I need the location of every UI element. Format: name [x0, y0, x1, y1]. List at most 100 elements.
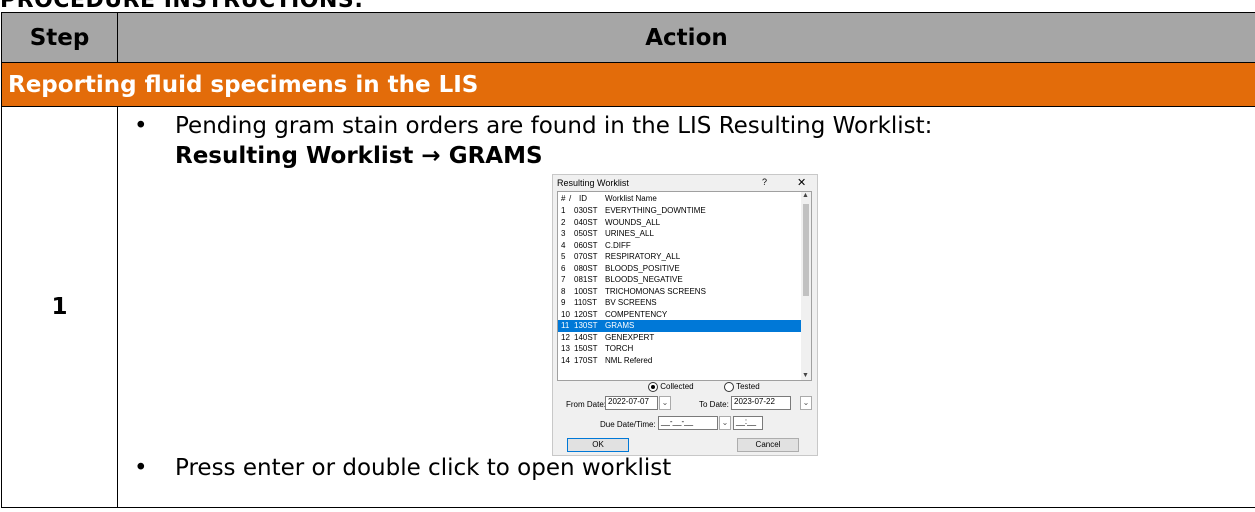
row-id: 110ST — [574, 298, 597, 307]
worklist-row[interactable]: 11 130ST GRAMS — [558, 320, 801, 332]
to-date-label: To Date: — [699, 400, 729, 409]
row-id: 080ST — [574, 263, 598, 273]
row-id: 070ST — [574, 252, 598, 261]
dialog-title: Resulting Worklist — [557, 178, 629, 188]
header-step: Step — [1, 12, 118, 63]
row-number: 7 — [561, 275, 566, 284]
worklist-row[interactable]: 5 070ST RESPIRATORY_ALL — [558, 251, 801, 263]
row-name: BLOODS_NEGATIVE — [605, 275, 683, 284]
worklist-row[interactable]: 4 060ST C.DIFF — [558, 240, 801, 252]
row-name: EVERYTHING_DOWNTIME — [605, 206, 706, 215]
header-id[interactable]: ID — [579, 193, 587, 205]
resulting-worklist-dialog: Resulting Worklist ? ✕ # / ID Worklist N… — [552, 174, 818, 456]
row-name: NML Refered — [605, 355, 653, 365]
worklist-row[interactable]: 8 100ST TRICHOMONAS SCREENS — [558, 286, 801, 298]
section-title: Reporting fluid specimens in the LIS — [1, 62, 1255, 107]
row-name: BV SCREENS — [605, 298, 657, 307]
row-number: 9 — [561, 298, 566, 307]
from-date-label: From Date: — [566, 400, 607, 409]
row-number: 3 — [561, 229, 566, 238]
due-date-label: Due Date/Time: — [600, 420, 656, 429]
header-action: Action — [117, 12, 1255, 63]
row-id: 030ST — [574, 206, 598, 215]
row-id: 120ST — [574, 309, 598, 319]
row-name: GRAMS — [605, 321, 635, 330]
row-id: 170ST — [574, 355, 598, 365]
worklist-row[interactable]: 14 170ST NML Refered — [558, 355, 801, 367]
header-sort: / — [569, 194, 572, 203]
row-name: BLOODS_POSITIVE — [605, 263, 680, 273]
header-num[interactable]: # — [561, 193, 565, 205]
scroll-down-icon[interactable]: ▼ — [802, 372, 809, 379]
step-number: 1 — [1, 106, 118, 508]
scroll-up-icon[interactable]: ▲ — [802, 192, 809, 199]
scroll-thumb[interactable] — [803, 204, 809, 296]
row-id: 130ST — [574, 321, 598, 330]
row-number: 4 — [561, 240, 566, 250]
to-date-dropdown-icon[interactable]: ⌄ — [800, 396, 812, 410]
radio-collected[interactable]: Collected — [648, 382, 694, 392]
bullet-text: Press enter or double click to open work… — [175, 455, 672, 481]
worklist-row[interactable]: 9 110ST BV SCREENS — [558, 297, 801, 309]
action-cell: • Pending gram stain orders are found in… — [117, 106, 1255, 508]
bullet-icon: • — [134, 455, 148, 481]
worklist-row[interactable]: 2 040ST WOUNDS_ALL — [558, 217, 801, 229]
bullet-path: Resulting Worklist → GRAMS — [175, 143, 543, 169]
radio-tested-label: Tested — [736, 382, 760, 392]
row-id: 081ST — [574, 275, 598, 284]
cancel-button[interactable]: Cancel — [737, 438, 799, 452]
row-name: TRICHOMONAS SCREENS — [605, 286, 706, 296]
bullet-text: Pending gram stain orders are found in t… — [175, 113, 933, 139]
row-number: 13 — [561, 344, 570, 353]
row-id: 140ST — [574, 332, 598, 342]
page-heading: PROCEDURE INSTRUCTIONS: — [0, 0, 364, 13]
bullet-item: • Press enter or double click to open wo… — [118, 453, 1255, 483]
bullet-icon: • — [134, 113, 148, 139]
row-number: 10 — [561, 309, 570, 319]
row-id: 060ST — [574, 240, 598, 250]
radio-tested-icon[interactable] — [724, 382, 734, 392]
from-date-field[interactable]: 2022-07-07 — [605, 396, 658, 410]
due-date-dropdown-icon[interactable]: ⌄ — [719, 416, 731, 430]
worklist-row[interactable]: 10 120ST COMPENTENCY — [558, 309, 801, 321]
row-name: WOUNDS_ALL — [605, 217, 661, 227]
row-id: 150ST — [574, 344, 598, 353]
row-number: 14 — [561, 355, 570, 365]
worklist-listbox[interactable]: # / ID Worklist Name 1 030ST EVERYTHING_DO… — [557, 191, 812, 381]
row-number: 2 — [561, 217, 566, 227]
worklist-row[interactable]: 13 150ST TORCH — [558, 343, 801, 355]
row-name: GENEXPERT — [605, 332, 655, 342]
due-time-field[interactable]: __:__ — [733, 416, 763, 430]
help-icon[interactable]: ? — [762, 177, 767, 187]
row-name: TORCH — [605, 344, 634, 353]
radio-collected-icon[interactable] — [648, 382, 658, 392]
row-name: URINES_ALL — [605, 229, 654, 238]
row-number: 1 — [561, 206, 566, 215]
worklist-row[interactable]: 12 140ST GENEXPERT — [558, 332, 801, 344]
row-name: COMPENTENCY — [605, 309, 668, 319]
radio-tested[interactable]: Tested — [724, 382, 760, 392]
row-number: 5 — [561, 252, 566, 261]
row-name: C.DIFF — [605, 240, 631, 250]
to-date-field[interactable]: 2023-07-22 — [731, 396, 791, 410]
row-number: 11 — [561, 321, 570, 330]
procedure-table: Step Action Reporting fluid specimens in… — [1, 12, 1255, 508]
bullet-item: • Pending gram stain orders are found in… — [118, 111, 1255, 171]
worklist-row[interactable]: 7 081ST BLOODS_NEGATIVE — [558, 274, 801, 286]
worklist-row[interactable]: 6 080ST BLOODS_POSITIVE — [558, 263, 801, 275]
close-icon[interactable]: ✕ — [797, 176, 806, 189]
list-header: # / ID Worklist Name — [558, 193, 801, 205]
header-name[interactable]: Worklist Name — [605, 193, 657, 205]
due-date-field[interactable]: __-__-__ — [658, 416, 718, 430]
row-number: 8 — [561, 286, 566, 296]
row-number: 6 — [561, 263, 566, 273]
worklist-row[interactable]: 3 050ST URINES_ALL — [558, 228, 801, 240]
ok-button[interactable]: OK — [567, 438, 629, 452]
row-number: 12 — [561, 332, 570, 342]
radio-collected-label: Collected — [660, 382, 694, 392]
from-date-dropdown-icon[interactable]: ⌄ — [659, 396, 671, 410]
worklist-row[interactable]: 1 030ST EVERYTHING_DOWNTIME — [558, 205, 801, 217]
list-scrollbar[interactable]: ▲ ▼ — [801, 192, 811, 380]
row-id: 100ST — [574, 286, 598, 296]
row-id: 050ST — [574, 229, 598, 238]
